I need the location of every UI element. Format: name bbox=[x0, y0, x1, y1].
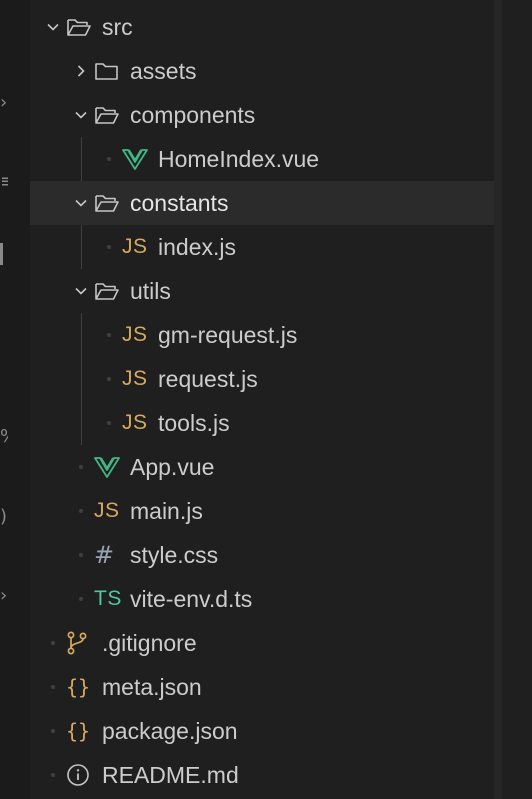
tree-dot bbox=[51, 729, 55, 733]
js-icon: JS bbox=[122, 401, 148, 445]
chevron-down-icon[interactable] bbox=[72, 93, 90, 137]
tree-dot bbox=[107, 333, 111, 337]
tree-item-label: .gitignore bbox=[102, 630, 197, 656]
chevron-down-icon[interactable] bbox=[72, 181, 90, 225]
git-branch-icon bbox=[66, 621, 88, 665]
tree-item-label: main.js bbox=[130, 498, 203, 524]
tree-item-homeindex-vue[interactable]: HomeIndex.vue bbox=[30, 137, 494, 181]
tree-dot bbox=[107, 377, 111, 381]
folder-icon bbox=[94, 49, 120, 93]
tree-item-label: App.vue bbox=[130, 454, 215, 480]
tree-item-label: constants bbox=[130, 190, 229, 216]
tree-item-components[interactable]: components bbox=[30, 93, 494, 137]
scrollbar-track[interactable] bbox=[494, 0, 502, 799]
indent-guide bbox=[81, 313, 82, 357]
tree-item-label: tools.js bbox=[158, 410, 230, 436]
tree-item-meta-json[interactable]: {} meta.json bbox=[30, 665, 494, 709]
json-icon-text: {} bbox=[66, 675, 91, 699]
json-braces-icon: {} bbox=[66, 665, 90, 709]
tree-item-label: style.css bbox=[130, 542, 219, 568]
js-icon: JS bbox=[122, 357, 148, 401]
tree-item-label: HomeIndex.vue bbox=[158, 146, 320, 172]
tree-dot bbox=[51, 773, 55, 777]
tree-item-gitignore[interactable]: .gitignore bbox=[30, 621, 494, 665]
indent-guide bbox=[81, 137, 82, 181]
file-tree: src assets components HomeIndex.vue constant… bbox=[30, 5, 494, 797]
activity-glyph: ) bbox=[0, 507, 8, 527]
chevron-down-icon[interactable] bbox=[72, 269, 90, 313]
tree-item-label: gm-request.js bbox=[158, 322, 298, 348]
tree-item-label: request.js bbox=[158, 366, 258, 392]
js-icon: JS bbox=[122, 313, 148, 357]
tree-item-vite-env-d-ts[interactable]: TS vite-env.d.ts bbox=[30, 577, 494, 621]
tree-item-index-js[interactable]: JS index.js bbox=[30, 225, 494, 269]
js-icon: JS bbox=[94, 489, 120, 533]
folder-open-icon bbox=[66, 5, 92, 49]
css-hash-icon: # bbox=[94, 533, 114, 577]
tree-item-label: package.json bbox=[102, 718, 238, 744]
tree-item-constants[interactable]: constants bbox=[30, 181, 494, 225]
css-icon-text: # bbox=[94, 541, 115, 569]
tree-dot bbox=[79, 509, 83, 513]
tree-item-label: meta.json bbox=[102, 674, 202, 700]
activity-bar: › ≡ % ) › bbox=[0, 0, 30, 799]
activity-glyph: › bbox=[0, 586, 8, 606]
tree-dot bbox=[107, 421, 111, 425]
ts-icon-text: TS bbox=[94, 587, 122, 610]
vue-icon bbox=[122, 137, 148, 181]
tree-dot bbox=[107, 245, 111, 249]
tree-item-label: index.js bbox=[158, 234, 236, 260]
folder-open-icon bbox=[94, 269, 120, 313]
indent-guide bbox=[81, 357, 82, 401]
folder-open-icon bbox=[94, 93, 120, 137]
tree-item-label: utils bbox=[130, 278, 171, 304]
tree-item-main-js[interactable]: JS main.js bbox=[30, 489, 494, 533]
tree-item-label: src bbox=[102, 14, 133, 40]
tree-item-src[interactable]: src bbox=[30, 5, 494, 49]
tree-item-package-json[interactable]: {} package.json bbox=[30, 709, 494, 753]
js-icon: JS bbox=[122, 225, 148, 269]
js-icon-text: JS bbox=[122, 411, 148, 434]
tree-item-readme-md[interactable]: README.md bbox=[30, 753, 494, 797]
ts-icon: TS bbox=[94, 577, 122, 621]
js-icon-text: JS bbox=[122, 235, 148, 258]
tree-item-tools-js[interactable]: JS tools.js bbox=[30, 401, 494, 445]
tree-item-gm-request-js[interactable]: JS gm-request.js bbox=[30, 313, 494, 357]
tree-item-utils[interactable]: utils bbox=[30, 269, 494, 313]
tree-dot bbox=[79, 597, 83, 601]
activity-glyph: ≡ bbox=[0, 172, 8, 192]
info-icon bbox=[66, 753, 90, 797]
js-icon-text: JS bbox=[122, 323, 148, 346]
folder-open-icon bbox=[94, 181, 120, 225]
vue-icon bbox=[94, 445, 120, 489]
tree-item-app-vue[interactable]: App.vue bbox=[30, 445, 494, 489]
chevron-down-icon[interactable] bbox=[44, 5, 62, 49]
indent-guide bbox=[81, 401, 82, 445]
tree-dot bbox=[51, 685, 55, 689]
tree-item-label: README.md bbox=[102, 762, 239, 788]
json-braces-icon: {} bbox=[66, 709, 90, 753]
tree-dot bbox=[79, 465, 83, 469]
tree-item-label: components bbox=[130, 102, 256, 128]
tree-item-label: vite-env.d.ts bbox=[130, 586, 253, 612]
tree-item-request-js[interactable]: JS request.js bbox=[30, 357, 494, 401]
indent-guide bbox=[81, 225, 82, 269]
js-icon-text: JS bbox=[94, 499, 120, 522]
tree-dot bbox=[51, 641, 55, 645]
explorer-panel: › ≡ % ) › src assets components HomeIndex.v… bbox=[0, 0, 532, 799]
chevron-right-icon[interactable] bbox=[72, 49, 90, 93]
js-icon-text: JS bbox=[122, 367, 148, 390]
json-icon-text: {} bbox=[66, 719, 91, 743]
tree-item-label: assets bbox=[130, 58, 197, 84]
tree-item-style-css[interactable]: # style.css bbox=[30, 533, 494, 577]
activity-glyph: % bbox=[0, 427, 8, 447]
activity-glyph: › bbox=[0, 93, 8, 113]
tree-item-assets[interactable]: assets bbox=[30, 49, 494, 93]
activity-glyph bbox=[0, 243, 3, 265]
tree-dot bbox=[79, 553, 83, 557]
tree-dot bbox=[107, 157, 111, 161]
